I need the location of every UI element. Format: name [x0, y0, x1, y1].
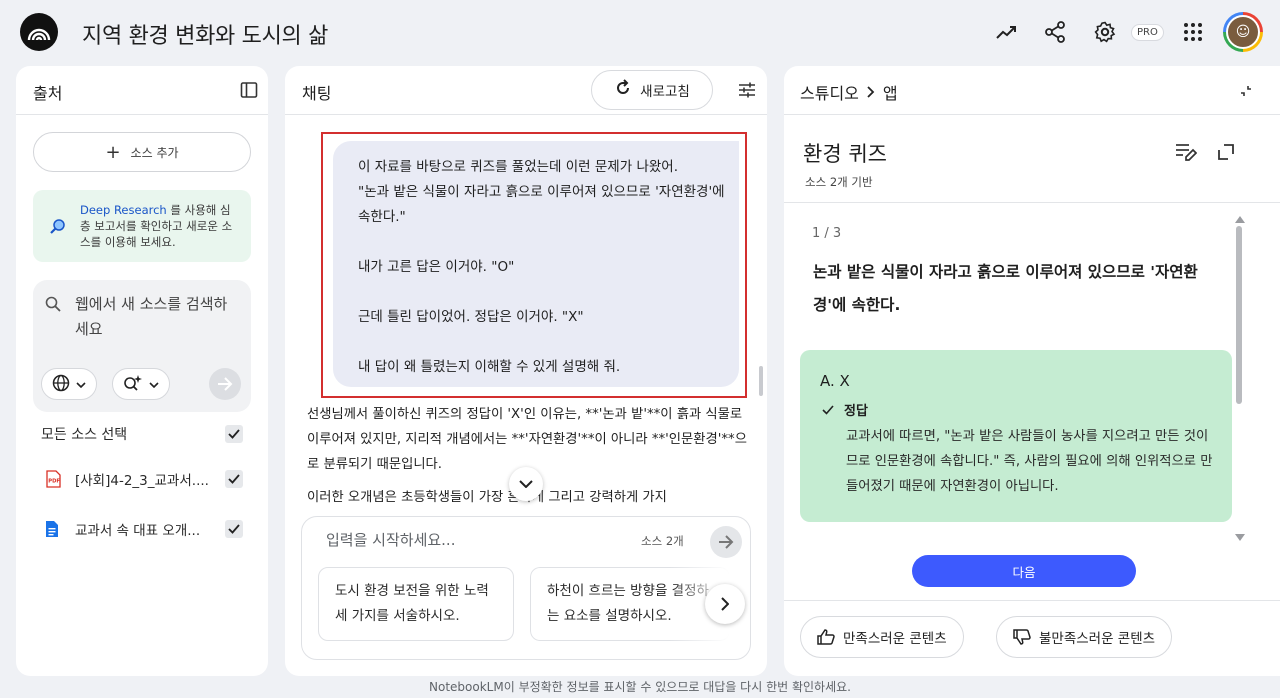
thumbs-down-icon	[1013, 629, 1031, 645]
breadcrumb-studio[interactable]: 스튜디오	[800, 80, 859, 104]
notebooklm-logo-icon[interactable]	[20, 13, 58, 51]
analytics-icon[interactable]	[994, 20, 1018, 44]
thumbs-up-icon	[817, 629, 835, 645]
sources-panel: 출처 + 소스 추가 Deep Research 를 사용해 심층 보고서를 확…	[16, 66, 268, 676]
refresh-icon	[614, 79, 632, 101]
deep-research-promo: Deep Research 를 사용해 심층 보고서를 확인하고 새로운 소스를…	[33, 190, 251, 262]
source-checkbox[interactable]	[225, 520, 243, 538]
thumbs-down-feedback-button[interactable]: 불만족스러운 콘텐츠	[996, 616, 1173, 658]
user-message-text: 이 자료를 바탕으로 퀴즈를 풀었는데 이런 문제가 나왔어. "논과 밭은 식…	[358, 159, 725, 375]
quiz-title: 환경 퀴즈	[803, 142, 887, 166]
chevron-down-icon	[149, 378, 159, 391]
suggestions-next-button[interactable]	[705, 584, 745, 624]
svg-text:PDF: PDF	[48, 479, 60, 485]
collapse-icon[interactable]	[1239, 83, 1253, 102]
question-text: 논과 밭은 식물이 자라고 흙으로 이루어져 있으므로 '자연환경'에 속한다.	[813, 263, 1198, 314]
fullscreen-icon[interactable]	[1218, 144, 1234, 164]
chat-settings-tune-icon[interactable]	[738, 81, 756, 103]
breadcrumb: 스튜디오 앱	[800, 80, 898, 104]
collapse-panel-icon[interactable]	[240, 81, 258, 103]
pro-badge: PRO	[1131, 24, 1164, 41]
suggestion-chip[interactable]: 도시 환경 보전을 위한 노력 세 가지를 서술하시오.	[318, 567, 514, 641]
divider	[285, 114, 767, 115]
globe-icon	[52, 374, 70, 395]
user-avatar[interactable]: ☺	[1223, 12, 1263, 52]
answer-paragraph: 선생님께서 풀이하신 퀴즈의 정답이 'X'인 이유는, **'논과 밭'**이…	[307, 407, 747, 472]
web-search-box: 웹에서 새 소스를 검색하세요	[33, 280, 251, 412]
breadcrumb-app: 앱	[882, 84, 898, 103]
divider	[784, 114, 1280, 115]
search-submit-button[interactable]	[209, 368, 241, 400]
thumbs-up-feedback-button[interactable]: 만족스러운 콘텐츠	[800, 616, 964, 658]
send-button[interactable]	[710, 526, 742, 558]
answer-explanation: 교과서에 따르면, "논과 밭은 사람들이 농사를 지으려고 만든 것이므로 인…	[846, 429, 1213, 494]
source-count: 소스 2개	[641, 534, 684, 548]
source-checkbox[interactable]	[225, 470, 243, 488]
app-header: 지역 환경 변화와 도시의 삶 PRO ☺	[0, 0, 1280, 64]
chevron-right-icon	[721, 597, 729, 611]
web-source-dropdown[interactable]	[41, 368, 97, 400]
pdf-icon: PDF	[45, 470, 61, 488]
suggestion-chip[interactable]: 하천이 흐르는 방향을 결정하는 요소를 설명하시오.	[530, 567, 730, 641]
chat-input[interactable]: 입력을 시작하세요...	[326, 529, 455, 550]
share-icon[interactable]	[1043, 20, 1067, 44]
answer-option-label: A. X	[820, 372, 850, 390]
plus-icon: +	[105, 141, 121, 163]
source-item[interactable]: PDF [사회]4-2_3_교과서....	[41, 467, 243, 491]
check-icon	[822, 404, 834, 415]
studio-panel: 스튜디오 앱 환경 퀴즈 소스 2개 기반 1 / 3 논과 밭은 식물이 자라…	[784, 66, 1280, 676]
question-index: 1 / 3	[812, 226, 842, 241]
add-source-label: 소스 추가	[130, 145, 179, 160]
scroll-up-arrow-icon[interactable]	[1235, 208, 1245, 227]
answer-option-card[interactable]: A. X 정답 교과서에 따르면, "논과 밭은 사람들이 농사를 지으려고 만…	[800, 350, 1232, 522]
scroll-down-button[interactable]	[509, 467, 543, 501]
chat-panel: 채팅 새로고침 이 자료를 바탕으로 퀴즈를 풀었는데 이런 문제가 나왔어. …	[285, 66, 767, 676]
research-mode-dropdown[interactable]	[112, 368, 170, 400]
chat-input-box: 입력을 시작하세요... 소스 2개 도시 환경 보전을 위한 노력 세 가지를…	[301, 516, 751, 660]
sparkle-search-icon	[123, 374, 143, 395]
select-all-sources-row[interactable]: 모든 소스 선택	[41, 422, 243, 446]
chat-scrollbar[interactable]	[759, 366, 763, 396]
notebook-title[interactable]: 지역 환경 변화와 도시의 삶	[82, 18, 328, 50]
settings-gear-icon[interactable]	[1093, 20, 1117, 44]
user-message-bubble: 이 자료를 바탕으로 퀴즈를 풀었는데 이런 문제가 나왔어. "논과 밭은 식…	[333, 141, 739, 387]
good-feedback-label: 만족스러운 콘텐츠	[843, 631, 947, 647]
correct-label: 정답	[844, 404, 868, 419]
add-source-button[interactable]: + 소스 추가	[33, 132, 251, 172]
arrow-right-icon	[218, 377, 233, 391]
disclaimer-footer: NotebookLM이 부정확한 정보를 표시할 수 있으므로 대답을 다시 한…	[429, 680, 851, 694]
source-item[interactable]: 교과서 속 대표 오개...	[41, 517, 243, 541]
correct-indicator: 정답	[822, 400, 868, 419]
chevron-down-icon	[76, 378, 86, 391]
divider	[784, 202, 1280, 203]
magnifier-icon	[49, 218, 67, 240]
arrow-right-icon	[719, 535, 734, 549]
divider	[16, 114, 268, 115]
select-all-label: 모든 소스 선택	[41, 427, 128, 443]
bad-feedback-label: 불만족스러운 콘텐츠	[1039, 631, 1156, 647]
chevron-right-icon	[867, 86, 875, 98]
chevron-down-icon	[519, 480, 533, 488]
refresh-button[interactable]: 새로고침	[591, 70, 713, 110]
quiz-scrollbar-thumb[interactable]	[1236, 226, 1242, 404]
divider	[784, 600, 1280, 601]
source-item-label: [사회]4-2_3_교과서....	[75, 473, 209, 489]
source-item-label: 교과서 속 대표 오개...	[75, 523, 201, 539]
next-question-button[interactable]: 다음	[912, 555, 1136, 587]
apps-grid-icon[interactable]	[1181, 20, 1205, 44]
deep-research-link[interactable]: Deep Research	[80, 203, 167, 217]
search-icon	[45, 296, 61, 316]
sources-title: 출처	[33, 84, 63, 103]
search-input[interactable]: 웹에서 새 소스를 검색하세요	[75, 292, 235, 342]
quiz-source-info: 소스 2개 기반	[805, 175, 873, 189]
chat-title: 채팅	[302, 84, 332, 103]
refresh-label: 새로고침	[640, 84, 690, 100]
select-all-checkbox[interactable]	[225, 425, 243, 443]
edit-list-icon[interactable]	[1175, 142, 1198, 166]
document-icon	[45, 520, 61, 538]
scroll-down-arrow-icon[interactable]	[1235, 526, 1245, 545]
